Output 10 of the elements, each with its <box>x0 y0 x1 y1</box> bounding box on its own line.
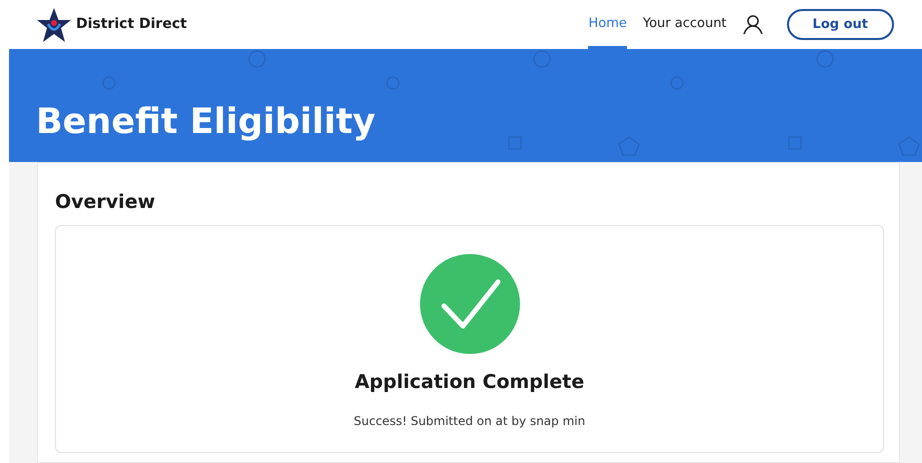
brand-name: District Direct <box>76 15 187 34</box>
page-title: Benefit Eligibility <box>36 101 376 143</box>
user-icon[interactable] <box>742 14 763 34</box>
status-title: Application Complete <box>354 370 584 395</box>
nav-link[interactable]: Your account <box>642 0 727 49</box>
star-logo-icon <box>36 6 72 42</box>
logout-button[interactable]: Log out <box>786 8 894 40</box>
checkmark-icon <box>420 254 520 354</box>
status-message: Success! Submitted on at by snap min <box>354 414 586 428</box>
section-heading: Overview <box>55 191 156 214</box>
